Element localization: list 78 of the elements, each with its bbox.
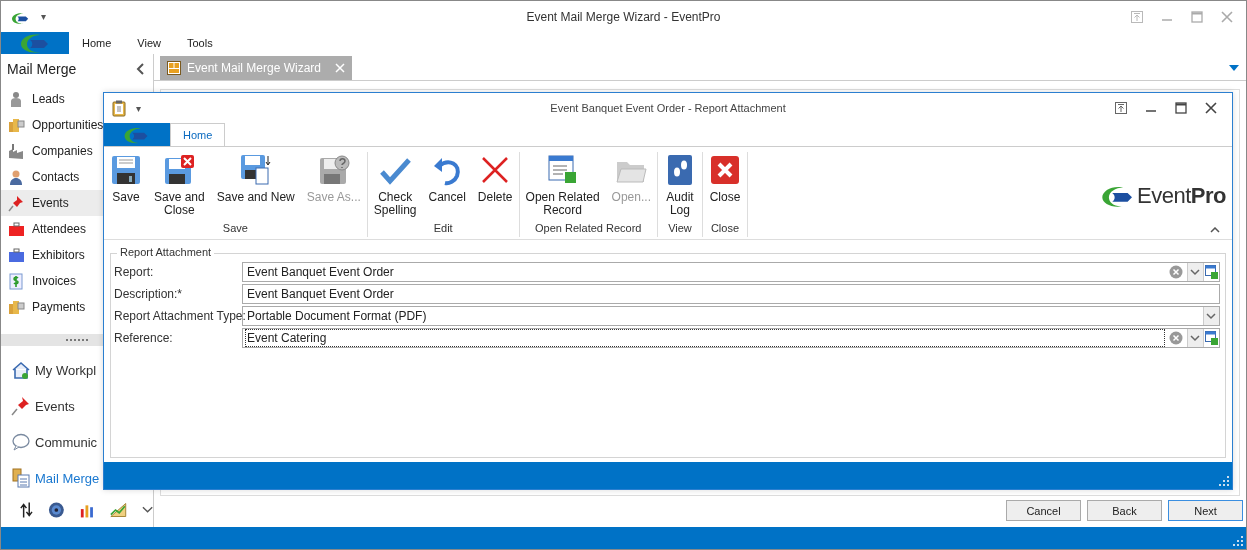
wizard-button[interactable]: Back	[1087, 500, 1162, 521]
sidebar-title: Mail Merge	[7, 61, 77, 77]
house-icon	[11, 360, 31, 380]
chevron-down-icon[interactable]	[141, 506, 153, 514]
field-label: Description:*	[114, 287, 184, 301]
group-label: Open Related Record	[534, 222, 643, 236]
close-icon[interactable]	[1204, 101, 1218, 115]
ribbon-tab[interactable]: Tools	[174, 32, 226, 54]
floppy-disk-icon	[317, 154, 350, 186]
clear-icon[interactable]	[1169, 265, 1183, 279]
grip-icon[interactable]	[66, 338, 88, 342]
factory-icon	[8, 142, 25, 160]
dropdown-button[interactable]	[1203, 307, 1219, 325]
navigation-button[interactable]: Mail Merge	[1, 460, 153, 496]
toolbar-button[interactable]: Open Related Record	[519, 152, 606, 222]
navigation-button[interactable]: Communic	[1, 424, 153, 460]
toolbar-button[interactable]: Audit Log	[657, 152, 702, 222]
open-record-button[interactable]	[1203, 329, 1219, 347]
navigation-button[interactable]: Events	[1, 388, 153, 424]
open-record-button[interactable]	[1203, 263, 1219, 281]
resize-grip-icon[interactable]	[1233, 536, 1243, 546]
sort-arrows-icon[interactable]	[19, 501, 34, 519]
dropdown-icon[interactable]	[1229, 65, 1239, 71]
ribbon-tab[interactable]: Home	[69, 32, 125, 54]
field-label: Report:	[114, 265, 155, 279]
layout-icon	[167, 61, 181, 75]
wizard-button[interactable]: Cancel	[1006, 500, 1081, 521]
toolbar-button[interactable]: Cancel	[422, 152, 472, 222]
toolbar-button[interactable]: Close	[702, 152, 747, 222]
window-title: Event Mail Merge Wizard - EventPro	[525, 9, 722, 24]
group-label: Close	[709, 222, 741, 236]
group-label: Edit	[432, 222, 454, 236]
dropdown-button[interactable]	[1187, 329, 1203, 347]
clipboard-icon	[112, 99, 126, 117]
wizard-button[interactable]: Next	[1168, 500, 1243, 521]
disc-icon[interactable]	[47, 501, 65, 519]
dollar-icon	[8, 272, 25, 290]
floppy-disk-icon	[239, 154, 272, 186]
navigation-button[interactable]: My Workpl	[1, 352, 153, 388]
group-label: View	[667, 222, 693, 236]
ribbon-tab[interactable]: View	[124, 32, 174, 54]
speech-bubble-icon	[11, 432, 31, 452]
case-icon	[8, 220, 25, 238]
toolbar-button[interactable]: Delete	[471, 152, 519, 222]
pushpin-icon	[8, 194, 25, 212]
app-menu-button[interactable]	[1, 32, 69, 54]
toolbar-button[interactable]: Check Spelling	[367, 152, 423, 222]
maximize-icon[interactable]	[1174, 101, 1188, 115]
case-icon	[8, 246, 25, 264]
coins-icon	[8, 116, 25, 134]
floppy-disk-icon	[163, 154, 196, 186]
group-title: Report Attachment	[117, 246, 215, 258]
collapse-icon[interactable]	[135, 63, 145, 75]
collapse-icon[interactable]	[1210, 227, 1220, 233]
field-label: Reference:	[114, 331, 174, 345]
dropdown-button[interactable]	[1187, 263, 1203, 281]
contact-icon	[8, 168, 25, 186]
pushpin-icon	[11, 396, 31, 416]
quick-access-menu[interactable]: ▾	[41, 11, 46, 22]
resize-grip-icon[interactable]	[1219, 476, 1229, 486]
quick-access-menu[interactable]: ▾	[136, 102, 141, 114]
dialog-title: Event Banquet Event Order - Report Attachment	[549, 102, 787, 114]
input-field[interactable]: Event Banquet Event Order	[242, 284, 1220, 304]
line-chart-icon[interactable]	[109, 501, 128, 519]
lookup-field[interactable]: Event Banquet Event Order	[242, 262, 1220, 282]
document-window-icon	[546, 154, 579, 186]
toolbar-button[interactable]: Save and New	[210, 152, 301, 222]
coins-icon	[8, 298, 25, 316]
group-label: Save	[221, 222, 249, 236]
logo-text: EventPro	[1137, 183, 1226, 209]
clear-icon[interactable]	[1169, 331, 1183, 345]
documents-icon	[11, 468, 31, 488]
sidebar-item[interactable]: Opportunities	[1, 112, 153, 138]
ribbon-tab[interactable]: Home	[170, 123, 226, 146]
pin-window-icon[interactable]	[1114, 101, 1128, 115]
lookup-field[interactable]: Event Catering	[242, 328, 1220, 348]
app-menu-button[interactable]	[104, 123, 170, 146]
close-box-icon	[708, 154, 741, 186]
